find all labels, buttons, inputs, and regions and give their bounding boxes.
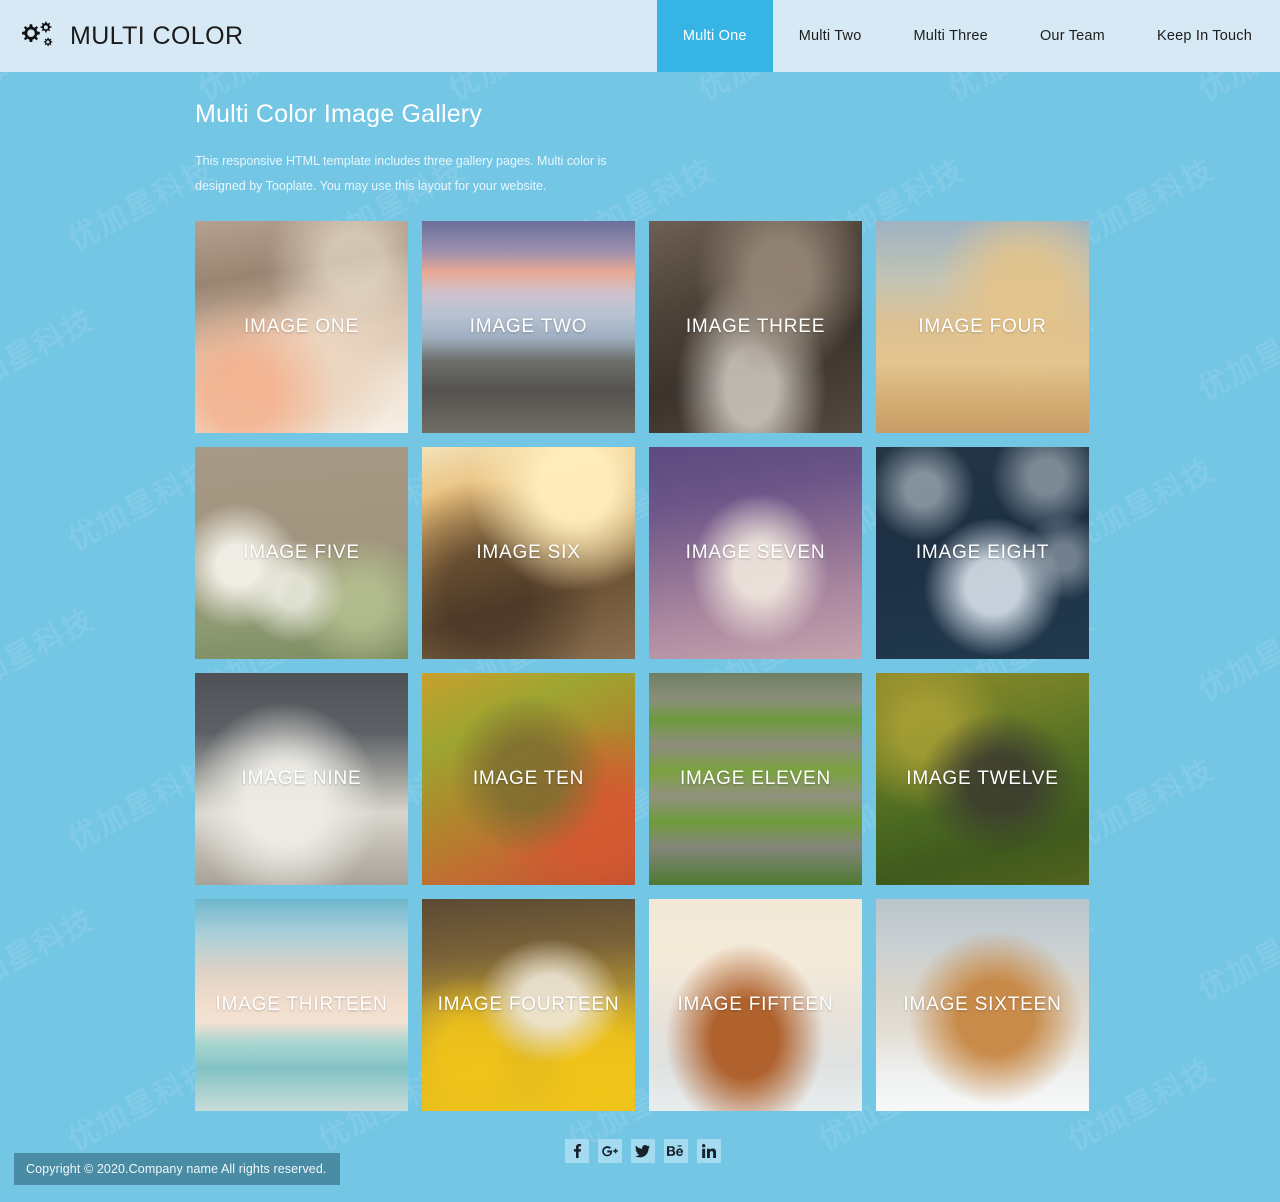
google-plus-icon[interactable] [597, 1139, 622, 1163]
main-nav: Multi One Multi Two Multi Three Our Team Kee… [656, 0, 1280, 72]
gallery-item[interactable]: IMAGE TWO [422, 221, 635, 433]
cogs-icon [22, 21, 56, 51]
page-title: Multi Color Image Gallery [195, 100, 483, 128]
gallery-item[interactable]: IMAGE EIGHT [876, 447, 1089, 659]
watermark-text: 优加星科技 [189, 1195, 351, 1202]
gallery-caption: IMAGE FOUR [918, 316, 1047, 338]
behance-icon[interactable] [663, 1139, 688, 1163]
gallery-caption: IMAGE SEVEN [685, 542, 826, 564]
gallery-caption: IMAGE SIX [476, 542, 581, 564]
gallery-caption: IMAGE FIVE [243, 542, 360, 564]
gallery-caption: IMAGE SIXTEEN [903, 994, 1062, 1016]
gallery-item[interactable]: IMAGE TEN [422, 673, 635, 885]
gallery-caption: IMAGE ELEVEN [679, 768, 832, 790]
gallery-item[interactable]: IMAGE FIVE [195, 447, 408, 659]
gallery-item[interactable]: IMAGE NINE [195, 673, 408, 885]
gallery-item[interactable]: IMAGE SIXTEEN [876, 899, 1089, 1111]
nav-item-multi-three[interactable]: Multi Three [887, 0, 1013, 72]
gallery-item[interactable]: IMAGE THIRTEEN [195, 899, 408, 1111]
gallery-caption: IMAGE THIRTEEN [215, 994, 388, 1016]
watermark-text: 优加星科技 [1189, 1195, 1280, 1202]
gallery-caption: IMAGE FOURTEEN [437, 994, 620, 1016]
brand-name: MULTI COLOR [70, 21, 244, 50]
watermark-text: 优加星科技 [689, 1195, 851, 1202]
site-footer: Copyright © 2020.Company name All rights… [14, 1153, 341, 1185]
gallery-item[interactable]: IMAGE SEVEN [649, 447, 862, 659]
gallery-item[interactable]: IMAGE THREE [649, 221, 862, 433]
gallery-item[interactable]: IMAGE FOURTEEN [422, 899, 635, 1111]
gallery-caption: IMAGE TEN [472, 768, 585, 790]
gallery-item[interactable]: IMAGE ELEVEN [649, 673, 862, 885]
gallery-item[interactable]: IMAGE FIFTEEN [649, 899, 862, 1111]
gallery-caption: IMAGE TWELVE [906, 768, 1059, 790]
page-content: Multi Color Image Gallery This responsiv… [0, 72, 1280, 1163]
gallery-heading: Multi Color Image Gallery This responsiv… [195, 72, 1090, 199]
gallery-caption: IMAGE EIGHT [915, 542, 1050, 564]
nav-item-our-team[interactable]: Our Team [1014, 0, 1131, 72]
gallery-grid: IMAGE ONE IMAGE TWO IMAGE THREE IMAGE FOUR I… [195, 221, 1090, 1111]
nav-item-multi-one[interactable]: Multi One [656, 0, 773, 72]
gallery-item[interactable]: IMAGE FOUR [876, 221, 1089, 433]
page-description: This responsive HTML template includes t… [195, 154, 607, 193]
watermark-text: 优加星科技 [0, 1195, 101, 1202]
facebook-icon[interactable] [564, 1139, 589, 1163]
gallery-caption: IMAGE ONE [244, 316, 359, 338]
nav-item-keep-in-touch[interactable]: Keep In Touch [1131, 0, 1280, 72]
site-header: MULTI COLOR Multi One Multi Two Multi Thre… [0, 0, 1280, 72]
gallery-item[interactable]: IMAGE SIX [422, 447, 635, 659]
gallery-item[interactable]: IMAGE ONE [195, 221, 408, 433]
watermark-text: 优加星科技 [439, 1195, 601, 1202]
gallery-caption: IMAGE THREE [685, 316, 826, 338]
gallery-item[interactable]: IMAGE TWELVE [876, 673, 1089, 885]
linkedin-icon[interactable] [696, 1139, 721, 1163]
brand-logo[interactable]: MULTI COLOR [0, 0, 243, 72]
gallery-caption: IMAGE TWO [469, 316, 588, 338]
gallery-caption: IMAGE NINE [241, 768, 362, 790]
nav-item-multi-two[interactable]: Multi Two [773, 0, 888, 72]
copyright-text: Copyright © 2020.Company name All rights… [26, 1162, 327, 1176]
watermark-text: 优加星科技 [939, 1195, 1101, 1202]
twitter-icon[interactable] [630, 1139, 655, 1163]
gallery-caption: IMAGE FIFTEEN [677, 994, 834, 1016]
